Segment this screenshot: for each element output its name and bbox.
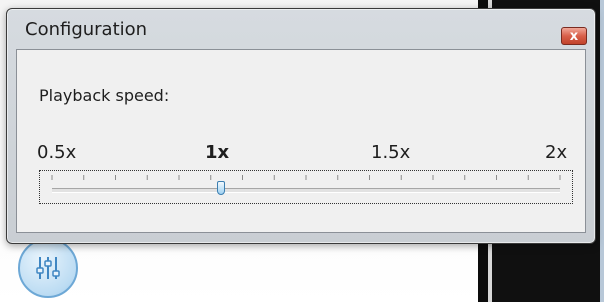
tick-label-1x: 1x [205, 142, 230, 163]
playback-speed-slider[interactable] [39, 170, 573, 204]
configuration-dialog: Configuration x Playback speed: 0.5x 1x … [6, 8, 596, 244]
slider-track[interactable] [52, 188, 560, 193]
close-icon: x [569, 28, 579, 44]
dialog-content: Playback speed: 0.5x 1x 1.5x 2x [16, 49, 586, 233]
close-button[interactable]: x [561, 27, 587, 45]
background-edge [600, 0, 604, 302]
equalizer-icon [36, 257, 60, 279]
slider-thumb[interactable] [217, 181, 226, 195]
title-bar[interactable]: Configuration x [7, 9, 595, 49]
playback-speed-label: Playback speed: [39, 86, 170, 105]
tick-label-2x: 2x [545, 142, 568, 163]
equalizer-button[interactable] [18, 238, 78, 298]
window-title: Configuration [25, 19, 148, 40]
slider-ticks [51, 175, 561, 180]
tick-label-0-5x: 0.5x [37, 142, 77, 163]
tick-label-1-5x: 1.5x [371, 142, 411, 163]
